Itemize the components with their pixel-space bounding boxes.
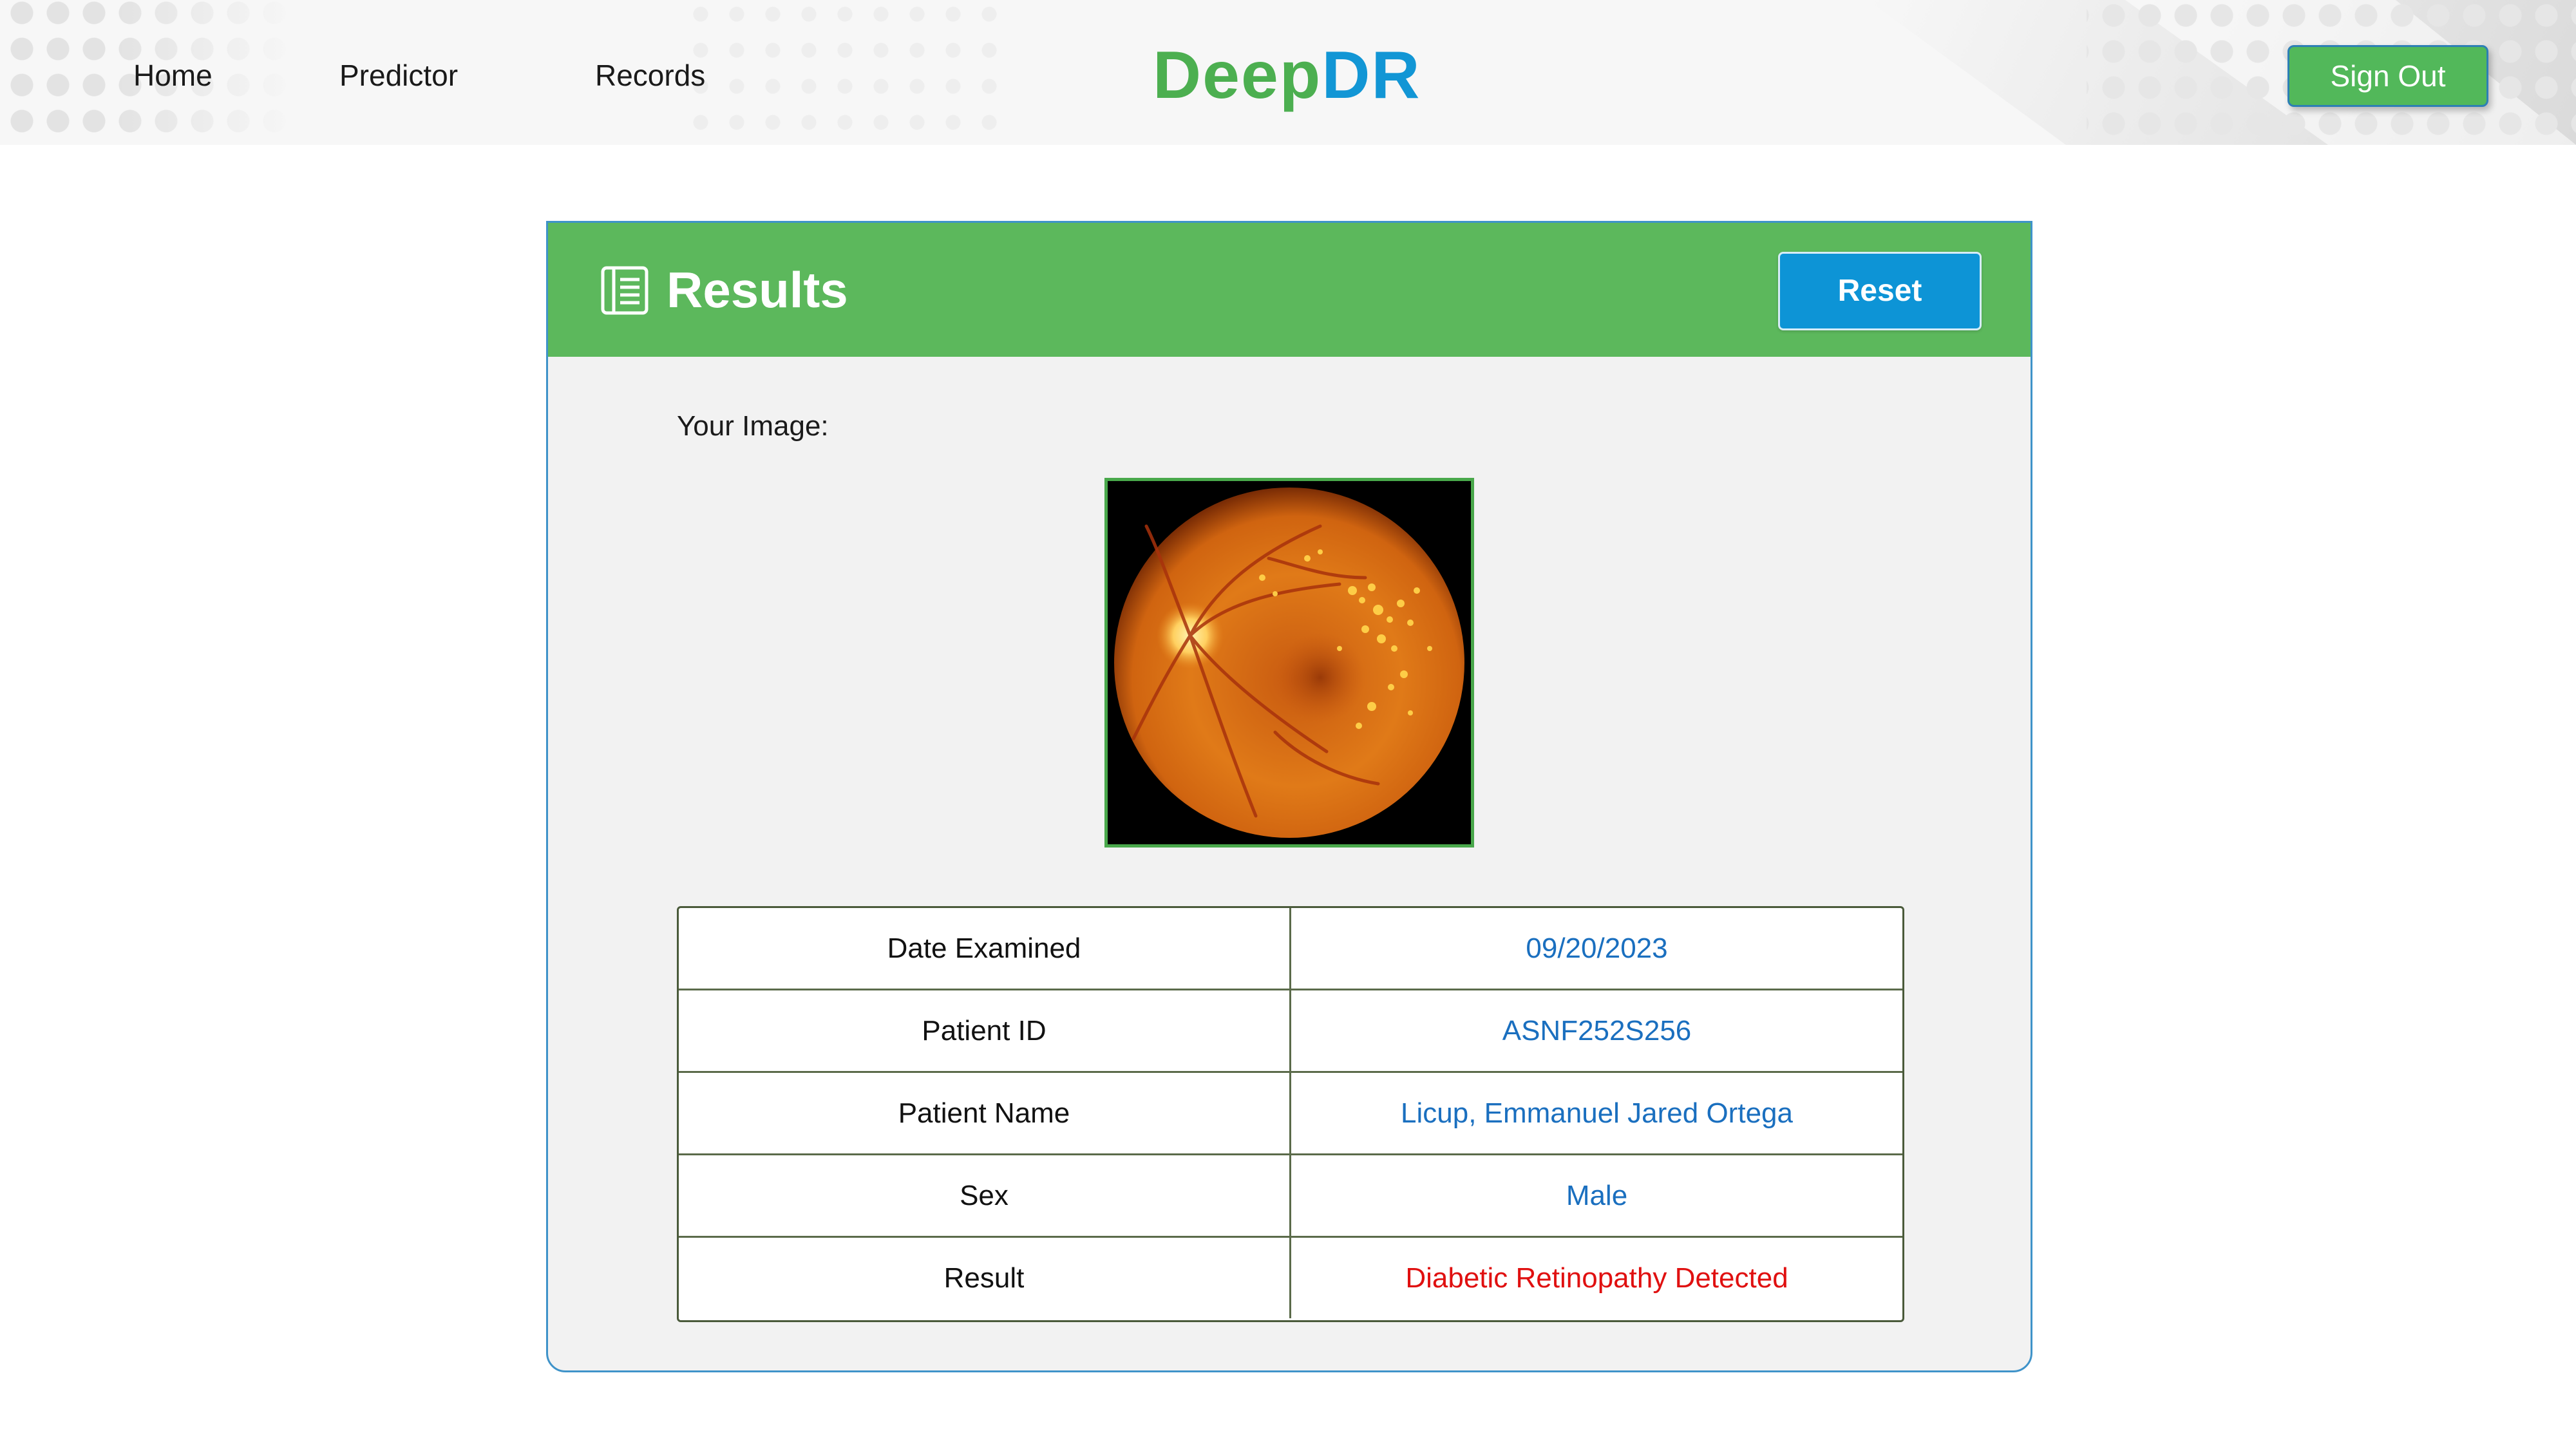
table-cell-label: Sex (679, 1155, 1291, 1236)
table-cell-label: Patient Name (679, 1073, 1291, 1153)
table-row-result: Result Diabetic Retinopathy Detected (679, 1238, 1902, 1320)
patient-info-table: Date Examined 09/20/2023 Patient ID ASNF… (677, 906, 1904, 1322)
table-cell-value: Male (1566, 1180, 1628, 1211)
results-title: Results (667, 261, 848, 318)
results-card: Results Reset Your Image: Date Examined … (546, 221, 2032, 1372)
table-cell-label: Date Examined (679, 908, 1291, 989)
header-decoration-dots-mid (676, 0, 1011, 145)
table-cell-value: 09/20/2023 (1526, 933, 1668, 964)
table-cell-label: Result (679, 1238, 1291, 1318)
retina-fundus-image (1104, 478, 1474, 848)
table-row-sex: Sex Male (679, 1155, 1902, 1238)
nav-records-link[interactable]: Records (595, 53, 705, 98)
sign-out-button[interactable]: Sign Out (2287, 45, 2488, 107)
table-row-date-examined: Date Examined 09/20/2023 (679, 908, 1902, 990)
table-cell-value: ASNF252S256 (1502, 1015, 1692, 1046)
your-image-label: Your Image: (677, 410, 829, 442)
logo-text-deep: Deep (1153, 38, 1322, 113)
logo-text-dr: DR (1321, 38, 1421, 113)
table-row-patient-name: Patient Name Licup, Emmanuel Jared Orteg… (679, 1073, 1902, 1155)
top-navbar: Home Predictor Records DeepDR Sign Out (0, 0, 2576, 145)
table-cell-value: Licup, Emmanuel Jared Ortega (1401, 1097, 1793, 1129)
deepdr-logo[interactable]: DeepDR (1153, 33, 1421, 117)
result-status-value: Diabetic Retinopathy Detected (1405, 1262, 1788, 1294)
reset-button[interactable]: Reset (1778, 252, 1982, 330)
results-card-header: Results Reset (548, 223, 2031, 357)
nav-home-link[interactable]: Home (133, 53, 213, 98)
document-list-icon (600, 265, 650, 316)
table-cell-label: Patient ID (679, 990, 1291, 1071)
nav-predictor-link[interactable]: Predictor (339, 53, 458, 98)
table-row-patient-id: Patient ID ASNF252S256 (679, 990, 1902, 1073)
